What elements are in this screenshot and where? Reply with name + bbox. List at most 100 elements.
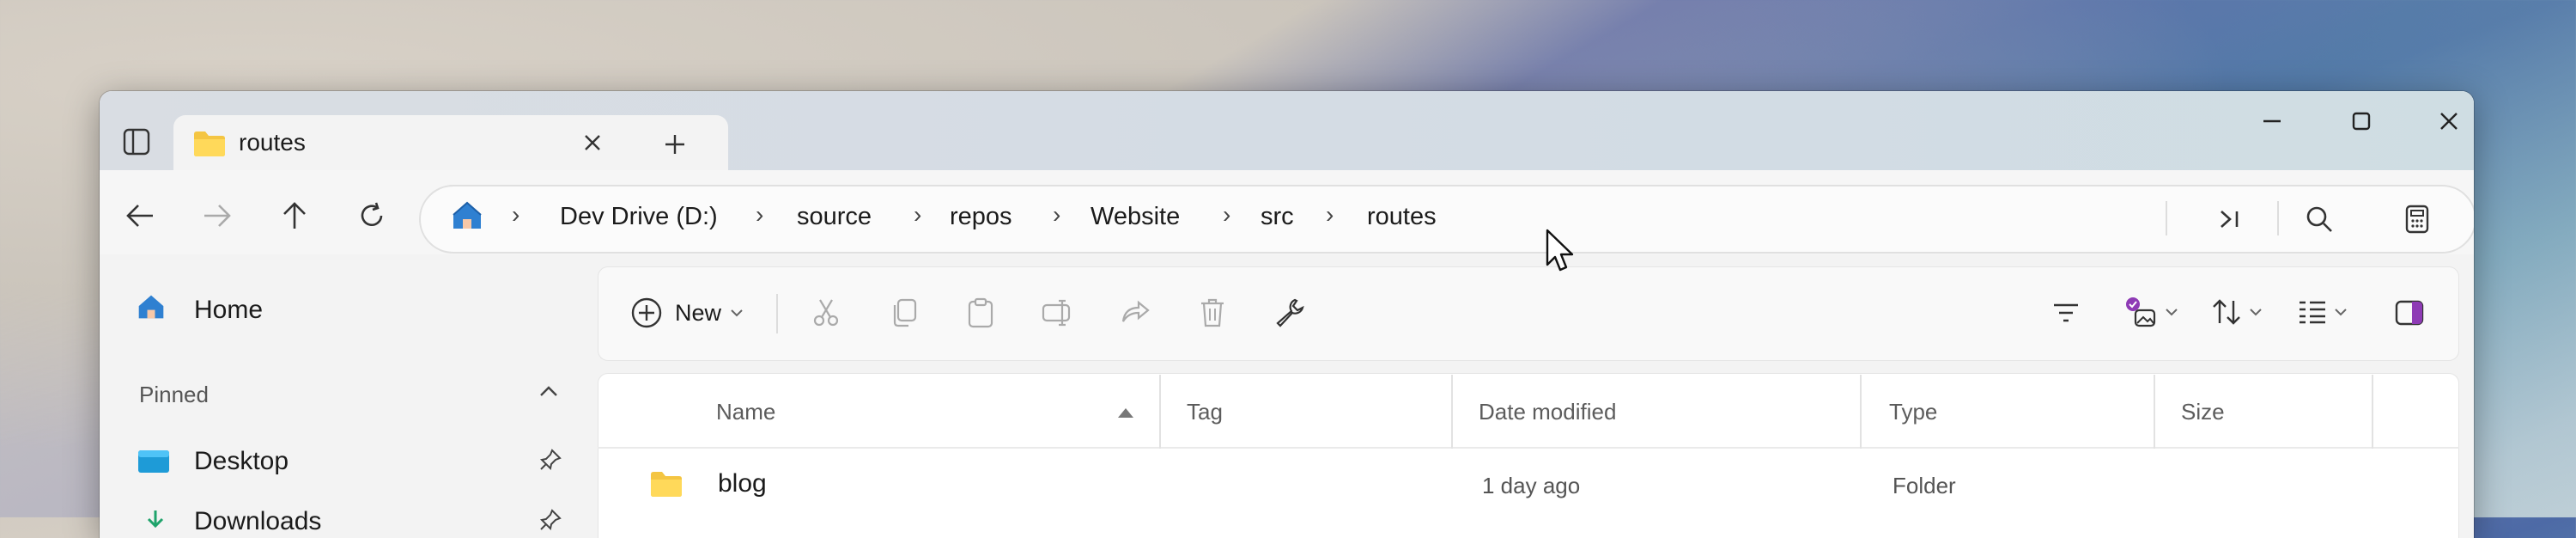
breadcrumb-separator-icon: ›: [1053, 201, 1061, 228]
breadcrumb-separator-icon: ›: [512, 201, 520, 228]
breadcrumb-item[interactable]: src: [1261, 203, 1294, 231]
close-tab-button[interactable]: [575, 125, 610, 160]
column-divider[interactable]: [1860, 375, 1862, 449]
skip-forward-icon: [2218, 209, 2242, 229]
details-view-icon: [2298, 300, 2327, 324]
refresh-icon: [357, 201, 386, 230]
column-header-name[interactable]: Name: [716, 399, 775, 425]
breadcrumb-separator-icon: ›: [1326, 201, 1334, 228]
trash-icon: [1200, 297, 1225, 328]
column-header-tag[interactable]: Tag: [1187, 399, 1223, 425]
column-header-type[interactable]: Type: [1889, 399, 1937, 425]
wrench-icon: [1274, 297, 1305, 328]
sidebar-item-downloads[interactable]: Downloads: [194, 507, 321, 536]
breadcrumb-item[interactable]: repos: [950, 203, 1012, 231]
column-divider[interactable]: [2372, 375, 2373, 449]
sidebar-toggle-button[interactable]: [117, 122, 156, 162]
cut-button[interactable]: [802, 289, 850, 337]
header-divider: [598, 447, 2459, 449]
desktop-icon: [137, 449, 170, 474]
tag-filter-button[interactable]: [2114, 285, 2188, 339]
breadcrumb-item[interactable]: Dev Drive (D:): [560, 203, 718, 231]
properties-button[interactable]: [1266, 289, 1314, 337]
row-name: blog: [718, 469, 767, 498]
breadcrumb-item[interactable]: source: [797, 203, 872, 231]
breadcrumb-item[interactable]: Website: [1091, 203, 1180, 231]
chevron-down-icon: [2165, 308, 2178, 316]
column-divider[interactable]: [2154, 375, 2155, 449]
close-icon: [583, 133, 602, 152]
up-button[interactable]: [273, 194, 316, 237]
share-icon: [1120, 299, 1151, 327]
scissors-icon: [811, 298, 841, 327]
folder-icon: [649, 469, 683, 498]
paste-button[interactable]: [957, 289, 1005, 337]
arrow-up-icon: [282, 201, 307, 230]
column-divider[interactable]: [1159, 375, 1161, 449]
forward-button[interactable]: [196, 194, 239, 237]
pin-icon[interactable]: [539, 509, 562, 531]
arrow-left-icon: [125, 203, 155, 229]
copy-icon: [890, 298, 917, 327]
downloads-icon: [143, 509, 168, 535]
pinned-section-label: Pinned: [139, 382, 209, 407]
breadcrumb-separator-icon: ›: [914, 201, 922, 228]
rename-icon: [1042, 299, 1074, 327]
divider: [2166, 201, 2167, 235]
refresh-button[interactable]: [350, 194, 393, 237]
column-header-size[interactable]: Size: [2181, 399, 2225, 425]
sort-icon: [2211, 297, 2242, 327]
breadcrumb-item[interactable]: routes: [1367, 203, 1437, 231]
plus-icon: [664, 133, 686, 156]
sort-button[interactable]: [2200, 285, 2274, 339]
divider: [776, 294, 778, 333]
chevron-down-icon: [2334, 308, 2348, 316]
chevron-down-icon: [2249, 308, 2263, 316]
pin-icon[interactable]: [539, 449, 562, 471]
share-button[interactable]: [1111, 289, 1159, 337]
sort-ascending-icon: [1116, 406, 1135, 419]
arrow-right-icon: [203, 203, 232, 229]
breadcrumb-separator-icon: ›: [1223, 201, 1231, 228]
rename-button[interactable]: [1034, 289, 1082, 337]
file-explorer-window: routes › Dev Drive (D:) › source › repos…: [100, 91, 2474, 538]
sidebar-item-desktop[interactable]: Desktop: [194, 447, 289, 476]
breadcrumb-separator-icon: ›: [756, 201, 764, 228]
plus-circle-icon: [630, 297, 663, 329]
row-date: 1 day ago: [1482, 473, 1581, 498]
preview-pane-button[interactable]: [2385, 289, 2433, 337]
new-tab-button[interactable]: [656, 125, 694, 163]
calculator-icon: [2405, 205, 2429, 234]
search-icon: [2306, 205, 2333, 233]
new-button-label: New: [675, 299, 722, 326]
filter-button[interactable]: [2042, 289, 2090, 337]
sidebar-item-home[interactable]: Home: [194, 296, 263, 325]
chevron-up-icon[interactable]: [539, 385, 558, 397]
column-divider[interactable]: [1451, 375, 1453, 449]
clipboard-icon: [968, 297, 993, 328]
column-header-date-modified[interactable]: Date modified: [1479, 399, 1616, 425]
filter-icon: [2052, 303, 2080, 323]
mouse-cursor-icon: [1546, 229, 1578, 273]
close-icon: [2439, 111, 2459, 131]
minimize-icon: [2262, 111, 2282, 131]
back-button[interactable]: [118, 194, 161, 237]
go-to-end-button[interactable]: [2208, 198, 2251, 241]
new-button[interactable]: New: [627, 285, 756, 340]
pane-icon: [122, 127, 151, 156]
preview-pane-icon: [2395, 300, 2424, 326]
chevron-down-icon: [730, 309, 744, 317]
delete-button[interactable]: [1188, 289, 1236, 337]
close-window-button[interactable]: [2423, 100, 2474, 143]
search-button[interactable]: [2298, 198, 2341, 241]
calculator-button[interactable]: [2396, 198, 2439, 241]
tab-folder-icon: [192, 129, 227, 158]
home-icon[interactable]: [136, 292, 167, 321]
image-tag-icon: [2123, 295, 2158, 329]
maximize-button[interactable]: [2336, 100, 2387, 143]
copy-button[interactable]: [879, 289, 927, 337]
layout-button[interactable]: [2286, 285, 2360, 339]
divider: [2277, 201, 2279, 235]
home-icon[interactable]: [450, 199, 484, 232]
minimize-button[interactable]: [2246, 100, 2298, 143]
